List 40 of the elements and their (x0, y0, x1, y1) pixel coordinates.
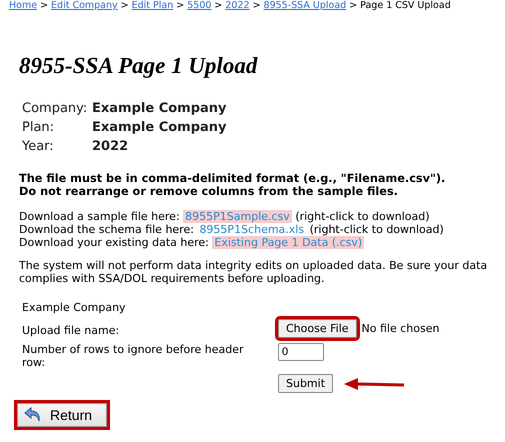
breadcrumb-separator: > (176, 0, 184, 11)
notice-text: The system will not perform data integrity edits on uploaded data. Be sure your data complies with SSA/DOL requirements before uploading. (19, 259, 488, 285)
info-label: Year: (22, 139, 55, 154)
info-value: Example Company (92, 120, 228, 135)
rows-input[interactable]: 0 (278, 343, 324, 361)
breadcrumb-link[interactable]: 2022 (225, 0, 250, 11)
breadcrumb-separator: > (349, 0, 358, 11)
file-status: No file chosen (362, 322, 440, 335)
return-button[interactable]: Return (17, 403, 108, 427)
breadcrumb-current: Page 1 CSV Upload (360, 0, 451, 11)
instruction-text: The file must be in comma-delimited format (e.g., "Filename.csv"). (19, 172, 446, 185)
info-label: Plan: (22, 120, 56, 135)
return-arrow-icon (24, 407, 42, 423)
breadcrumb-separator: > (40, 0, 48, 11)
download-text: Download your existing data here: (19, 236, 209, 249)
instruction-text: Do not rearrange or remove columns from the sample files. (19, 185, 399, 198)
file-link[interactable]: Existing Page 1 Data (.csv) (212, 236, 364, 249)
info-value: 2022 (92, 139, 130, 154)
breadcrumb-separator: > (120, 0, 129, 11)
choose-file-button[interactable]: Choose File (278, 319, 357, 338)
info-value: Example Company (92, 101, 228, 116)
breadcrumb-link[interactable]: Edit Company (51, 0, 118, 11)
rows-label: Number of rows to ignore before header row: (22, 343, 244, 369)
file-link[interactable]: 8955P1Schema.xls (197, 223, 306, 236)
breadcrumb-link[interactable]: Edit Plan (132, 0, 174, 11)
page-title: 8955-SSA Page 1 Upload (19, 53, 259, 79)
download-text: Download the schema file here: (19, 223, 194, 236)
download-note: (right-click to download) (310, 223, 444, 236)
breadcrumb-link[interactable]: 8955-SSA Upload (264, 0, 346, 11)
breadcrumb-link[interactable]: Home (9, 0, 38, 11)
download-text: Download a sample file here: (19, 210, 180, 223)
file-link[interactable]: 8955P1Sample.csv (183, 210, 292, 223)
breadcrumb-separator: > (252, 0, 261, 11)
download-note: (right-click to download) (295, 210, 430, 223)
info-label: Company: (22, 101, 88, 116)
submit-button[interactable]: Submit (278, 374, 334, 393)
breadcrumb-separator: > (214, 0, 222, 11)
breadcrumb-link[interactable]: 5500 (187, 0, 212, 11)
upload-label: Upload file name: (22, 323, 120, 337)
company-name: Example Company (22, 301, 127, 314)
